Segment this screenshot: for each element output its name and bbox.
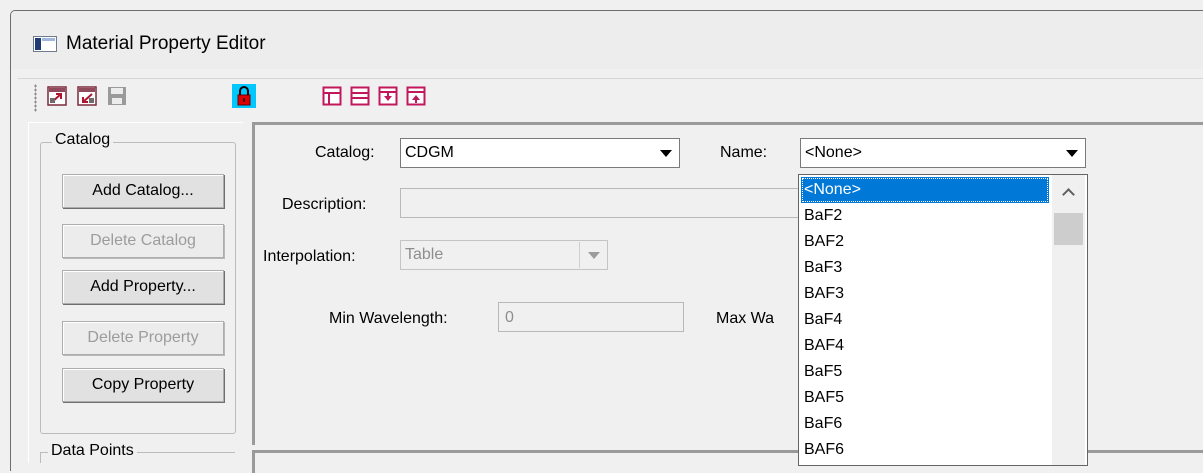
chevron-down-icon[interactable] [1058, 140, 1084, 166]
move-down-icon[interactable] [378, 86, 398, 106]
interpolation-combo: Table [400, 240, 608, 270]
chevron-down-icon [579, 242, 606, 268]
import-icon[interactable] [47, 86, 67, 106]
catalog-combo[interactable]: CDGM [400, 138, 680, 168]
export-icon[interactable] [77, 86, 97, 106]
list-item[interactable]: BAF4 [801, 333, 1049, 359]
list-item[interactable]: BAF5 [801, 385, 1049, 411]
list-item[interactable]: BAF3 [801, 281, 1049, 307]
name-combo[interactable]: <None> [800, 138, 1086, 168]
window-title: Material Property Editor [66, 33, 266, 54]
list-item[interactable]: BAF6 [801, 437, 1049, 463]
add-catalog-button[interactable]: Add Catalog... [62, 174, 224, 208]
delete-catalog-button[interactable]: Delete Catalog [62, 224, 224, 258]
list-item[interactable]: BaF4 [801, 307, 1049, 333]
description-field [400, 188, 800, 218]
min-wavelength-field: 0 [498, 302, 684, 332]
list-item[interactable]: BaF2 [801, 203, 1049, 229]
toolbar [18, 78, 1203, 115]
app-icon [33, 36, 57, 52]
save-icon[interactable] [107, 86, 127, 106]
catalog-label: Catalog: [315, 144, 375, 161]
list-item[interactable]: BaF3 [801, 255, 1049, 281]
scroll-up-icon[interactable] [1052, 175, 1085, 209]
interpolation-label: Interpolation: [263, 248, 356, 265]
name-label: Name: [720, 144, 768, 161]
data-points-group-label: Data Points [48, 442, 137, 460]
copy-property-button[interactable]: Copy Property [62, 368, 224, 402]
name-dropdown-list[interactable]: <None> BaF2 BAF2 BaF3 BAF3 BaF4 BAF4 BaF… [798, 174, 1088, 466]
max-wavelength-label: Max Wa [716, 310, 775, 327]
list-item[interactable]: <None> [801, 177, 1049, 203]
interpolation-combo-value: Table [405, 246, 444, 263]
list-item[interactable]: BaF6 [801, 411, 1049, 437]
list-item[interactable]: BaF5 [801, 359, 1049, 385]
lock-icon[interactable] [232, 84, 256, 108]
description-label: Description: [282, 196, 367, 213]
dropdown-scrollbar[interactable] [1052, 175, 1085, 465]
catalog-group-label: Catalog [52, 131, 114, 149]
layout-left-icon[interactable] [322, 86, 342, 106]
delete-property-button[interactable]: Delete Property [62, 321, 224, 355]
name-combo-value: <None> [805, 144, 862, 161]
min-wavelength-label: Min Wavelength: [329, 310, 448, 327]
catalog-combo-value: CDGM [405, 144, 454, 161]
min-wavelength-value: 0 [505, 309, 514, 326]
chevron-down-icon[interactable] [652, 140, 678, 166]
scrollbar-thumb[interactable] [1054, 213, 1083, 245]
layout-split-icon[interactable] [350, 86, 370, 106]
move-up-icon[interactable] [406, 86, 426, 106]
list-item[interactable]: BAF2 [801, 229, 1049, 255]
add-property-button[interactable]: Add Property... [62, 270, 224, 304]
toolbar-grip[interactable] [34, 84, 37, 112]
